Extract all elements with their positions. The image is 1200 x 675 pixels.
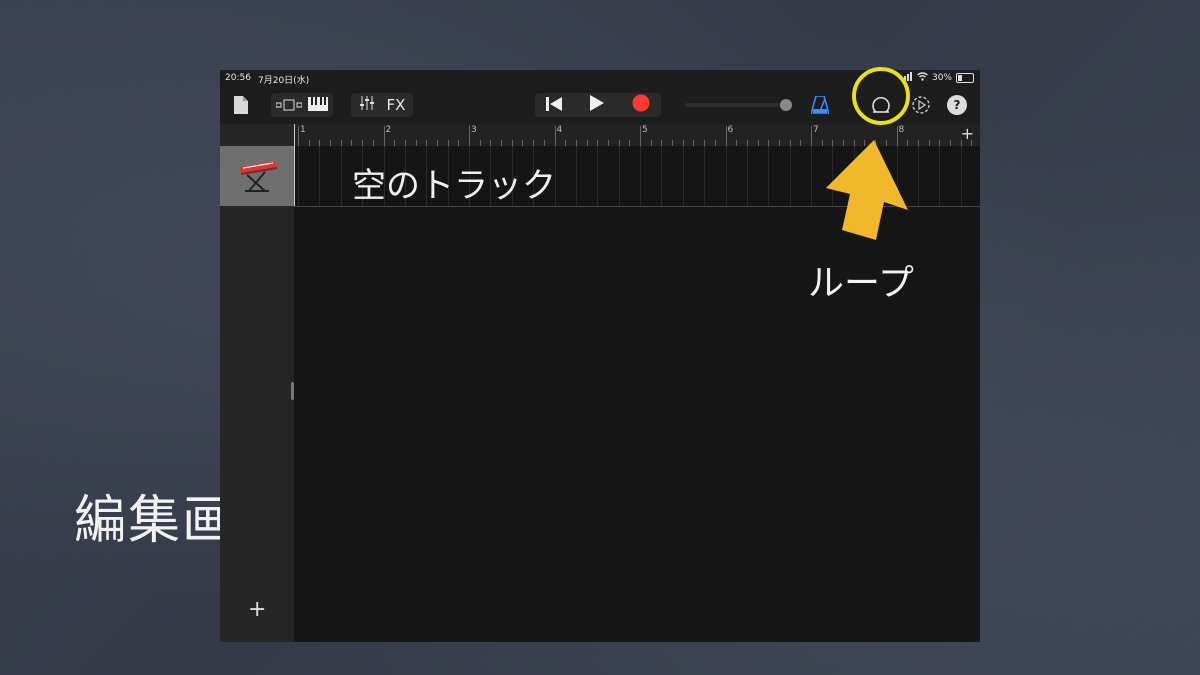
battery-percent: 30%: [931, 73, 952, 83]
playhead[interactable]: [294, 124, 295, 206]
track-name: 空のトラック: [352, 166, 556, 206]
loop-callout-label: ループ: [808, 263, 914, 304]
lane-grid-line: [939, 146, 941, 206]
mixer-icon[interactable]: [359, 95, 375, 115]
ruler-bar-number: 2: [385, 125, 392, 135]
ruler-bar-number: 4: [556, 125, 563, 135]
fx-button[interactable]: FX: [387, 96, 406, 114]
keyboard-icon[interactable]: [308, 96, 328, 115]
rewind-icon[interactable]: [546, 96, 562, 115]
battery-fill: [958, 75, 963, 81]
ruler-bar-number: 3: [471, 125, 477, 135]
metronome-icon[interactable]: [810, 95, 830, 115]
lane-grid-line: [682, 146, 684, 206]
ruler-bar-number: 6: [727, 125, 734, 135]
lane-grid-line: [789, 146, 791, 206]
play-icon[interactable]: [590, 95, 604, 115]
add-track-button[interactable]: +: [248, 597, 266, 622]
ruler-tick: [554, 126, 556, 146]
status-date: 7月20日(水): [258, 76, 310, 86]
track-sidebar: +: [220, 124, 294, 642]
status-indicators: 30%: [900, 72, 974, 84]
sidebar-resize-handle[interactable]: [291, 382, 294, 400]
record-icon[interactable]: [632, 94, 650, 116]
document-icon[interactable]: [232, 94, 250, 116]
lane-grid-line: [597, 146, 599, 206]
callout-arrow: [826, 140, 908, 240]
transport-controls: [535, 93, 661, 117]
ruler-bar-number: 5: [642, 125, 648, 135]
lane-grid-line: [298, 146, 299, 206]
battery-icon: [956, 73, 974, 83]
track-header[interactable]: [220, 146, 294, 206]
ruler-tick: [298, 126, 299, 146]
lane-grid-line: [917, 146, 919, 206]
lane-grid-line: [640, 146, 641, 206]
ruler-bar-number: 1: [300, 125, 306, 135]
wifi-icon: [917, 72, 928, 84]
mixer-fx-group: FX: [351, 93, 413, 117]
ruler-tick: [469, 126, 470, 146]
status-time: 20:56: [225, 73, 251, 83]
view-selector: [271, 93, 333, 117]
lane-grid-line: [960, 146, 962, 206]
lane-grid-line: [746, 146, 748, 206]
loop-highlight-circle: [852, 67, 910, 125]
lane-grid-line: [575, 146, 577, 206]
ruler-bar-number: 7: [813, 125, 819, 135]
lane-grid-line: [768, 146, 770, 206]
help-icon[interactable]: ?: [947, 95, 967, 115]
ruler-tick: [725, 126, 727, 146]
lane-grid-line: [725, 146, 727, 206]
lane-grid-line: [319, 146, 321, 206]
lane-grid-line: [340, 146, 342, 206]
lane-grid-line: [661, 146, 663, 206]
lane-grid-line: [704, 146, 706, 206]
ruler-bar-number: 8: [898, 125, 905, 135]
ruler-tick: [640, 126, 641, 146]
add-section-button[interactable]: +: [961, 124, 974, 143]
ruler-tick: [383, 126, 385, 146]
keyboard-instrument-icon: [235, 155, 279, 197]
view-toggle-icon[interactable]: [275, 96, 303, 115]
lane-grid-line: [618, 146, 620, 206]
settings-icon[interactable]: [910, 94, 932, 116]
volume-slider[interactable]: [685, 99, 795, 111]
